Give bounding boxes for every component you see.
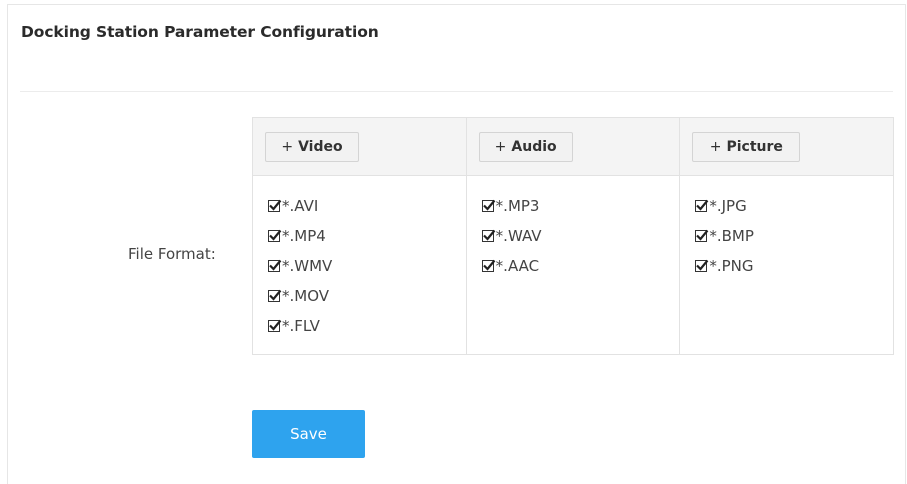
video-column-header: + Video [253,118,466,176]
option-wav[interactable]: *.WAV [481,221,680,251]
audio-column-header: + Audio [466,118,680,176]
add-audio-plus: + [494,139,507,155]
option-label: *.BMP [709,227,754,245]
audio-column: + Audio *.MP3 *.WAV *.AAC [465,118,680,354]
checkbox-checked-icon[interactable] [268,259,282,272]
checkbox-checked-icon[interactable] [481,259,496,272]
option-mov[interactable]: *.MOV [268,281,466,311]
checkbox-checked-icon[interactable] [481,199,496,212]
option-label: *.MP3 [495,197,540,215]
option-label: *.JPG [709,197,747,215]
option-label: *.MP4 [282,227,326,245]
picture-column: + Picture *.JPG *.BMP *.PNG [679,118,894,354]
add-picture-button[interactable]: + Picture [692,132,801,162]
file-format-label: File Format: [128,245,216,263]
option-jpg[interactable]: *.JPG [695,191,893,221]
option-avi[interactable]: *.AVI [268,191,466,221]
option-label: *.AAC [495,257,540,275]
option-mp4[interactable]: *.MP4 [268,221,466,251]
checkbox-checked-icon[interactable] [268,289,282,302]
add-video-plus: + [281,139,294,155]
add-audio-button[interactable]: + Audio [478,132,573,162]
video-column: + Video *.AVI *.MP4 *.WMV *.MOV *.FLV [253,118,466,354]
option-label: *.WMV [282,257,333,275]
option-png[interactable]: *.PNG [695,251,893,281]
checkbox-checked-icon[interactable] [695,229,709,242]
add-video-label: Video [298,139,343,155]
checkbox-checked-icon[interactable] [268,319,282,332]
option-label: *.PNG [709,257,754,275]
picture-column-header: + Picture [680,118,894,176]
option-bmp[interactable]: *.BMP [695,221,893,251]
title-divider [20,91,893,92]
option-mp3[interactable]: *.MP3 [481,191,680,221]
option-label: *.MOV [282,287,330,305]
page-title: Docking Station Parameter Configuration [21,23,379,41]
checkbox-checked-icon[interactable] [268,199,282,212]
checkbox-checked-icon[interactable] [695,259,709,272]
option-wmv[interactable]: *.WMV [268,251,466,281]
option-label: *.WAV [495,227,542,245]
add-picture-label: Picture [726,139,783,155]
add-picture-plus: + [709,139,722,155]
checkbox-checked-icon[interactable] [268,229,282,242]
add-video-button[interactable]: + Video [265,132,359,162]
file-format-table: + Video *.AVI *.MP4 *.WMV *.MOV *.FLV + … [252,117,894,355]
add-audio-label: Audio [511,139,557,155]
video-options: *.AVI *.MP4 *.WMV *.MOV *.FLV [253,176,466,341]
option-label: *.AVI [282,197,319,215]
option-label: *.FLV [282,317,320,335]
checkbox-checked-icon[interactable] [481,229,496,242]
option-aac[interactable]: *.AAC [481,251,680,281]
option-flv[interactable]: *.FLV [268,311,466,341]
audio-options: *.MP3 *.WAV *.AAC [467,176,680,281]
picture-options: *.JPG *.BMP *.PNG [680,176,893,281]
save-button[interactable]: Save [252,410,365,458]
checkbox-checked-icon[interactable] [695,199,709,212]
